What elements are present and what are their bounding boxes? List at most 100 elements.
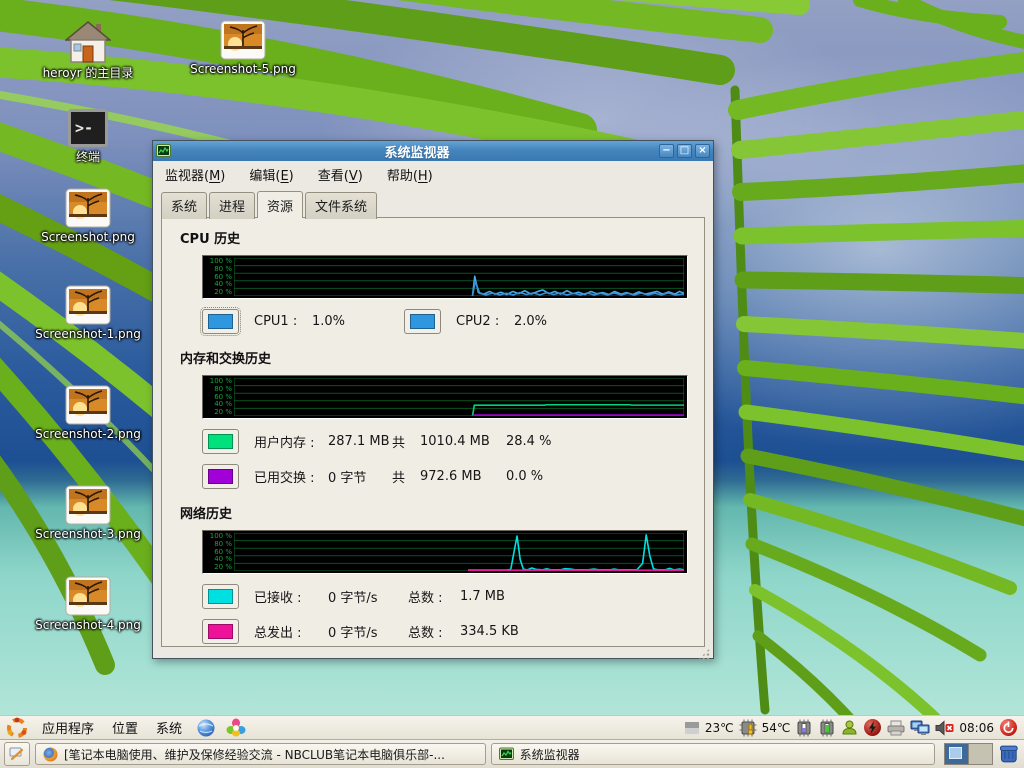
shutdown-icon[interactable]: [999, 718, 1018, 737]
swap-of: 共: [392, 467, 420, 486]
svg-text:>-: >-: [75, 119, 93, 137]
swap-used: 0 字节: [328, 467, 392, 486]
taskbar-button-system-monitor[interactable]: 系统监视器: [491, 743, 936, 765]
swap-percent: 0.0 %: [506, 469, 543, 484]
workspace-switcher: [944, 743, 993, 765]
menu-help[interactable]: 帮助(H): [387, 165, 433, 184]
network-monitor-icon[interactable]: [910, 719, 930, 737]
received-rate: 0 字节/s: [328, 587, 408, 606]
taskbar-button-firefox[interactable]: [笔记本电脑使用、维护及保修经验交流 - NBCLUB笔记本电脑俱乐部-...: [35, 743, 486, 765]
power-manager-icon[interactable]: [863, 718, 882, 737]
cpu-temp-icon[interactable]: [739, 719, 757, 737]
desktop-icon-terminal[interactable]: >- 终端: [28, 108, 148, 164]
maximize-button[interactable]: □: [677, 144, 692, 158]
memory-of: 共: [392, 432, 420, 451]
menu-applications[interactable]: 应用程序: [38, 716, 98, 739]
system-tray: 23℃ 54℃: [684, 718, 1018, 737]
menu-monitor[interactable]: 监视器(M): [165, 165, 225, 184]
volume-muted-icon[interactable]: [935, 720, 954, 736]
temperature-ambient[interactable]: 23℃: [705, 721, 734, 735]
system-monitor-icon: [499, 747, 514, 762]
distro-menu-icon[interactable]: [6, 717, 28, 739]
desktop-icon-screenshot-1[interactable]: Screenshot-1.png: [28, 285, 148, 341]
titlebar[interactable]: 系统监视器 − □ ×: [153, 141, 713, 161]
cpu-history-graph: 100 %80 %60 %40 %20 %: [202, 255, 688, 299]
clock[interactable]: 08:06: [959, 721, 994, 735]
tab-resources[interactable]: 资源: [257, 191, 303, 218]
desktop-icon-screenshot-3[interactable]: Screenshot-3.png: [28, 485, 148, 541]
swap-row: 已用交换 : 0 字节 共 972.6 MB 0.0 %: [202, 464, 690, 489]
cpu-graph-plot: [234, 258, 684, 296]
cpu1-color-button[interactable]: [202, 309, 239, 334]
memory-graph-plot: [234, 378, 684, 416]
image-file-icon: [65, 285, 111, 325]
desktop-icon-home[interactable]: heroyr 的主目录: [28, 20, 148, 80]
desktop-icon-screenshot-5[interactable]: Screenshot-5.png: [183, 20, 303, 76]
resize-grip[interactable]: [697, 648, 710, 661]
tab-bar: 系统 进程 资源 文件系统: [153, 187, 713, 218]
received-color-button[interactable]: [202, 584, 239, 609]
memory-total: 1010.4 MB: [420, 434, 506, 449]
swap-label: 已用交换 :: [254, 467, 328, 486]
sent-total: 334.5 KB: [460, 624, 519, 639]
tab-filesystems[interactable]: 文件系统: [305, 192, 377, 219]
printer-icon[interactable]: [887, 720, 905, 736]
swap-total: 972.6 MB: [420, 469, 506, 484]
sent-total-label: 总数 :: [408, 622, 460, 641]
tab-system[interactable]: 系统: [161, 192, 207, 219]
memory-label: 用户内存 :: [254, 432, 328, 451]
sent-color-button[interactable]: [202, 619, 239, 644]
workspace-2[interactable]: [968, 744, 992, 764]
browser-launcher-icon[interactable]: [196, 718, 216, 738]
menu-edit[interactable]: 编辑(E): [249, 165, 293, 184]
network-history-title: 网络历史: [180, 503, 690, 522]
minimize-button[interactable]: −: [659, 144, 674, 158]
network-graph-plot: [234, 533, 684, 571]
close-button[interactable]: ×: [695, 144, 710, 158]
cpu-graph-ylabels: 100 %80 %60 %40 %20 %: [206, 258, 234, 296]
image-file-icon: [65, 576, 111, 616]
sensor-applet-icon[interactable]: [684, 720, 700, 736]
image-file-icon: [220, 20, 266, 60]
desktop: heroyr 的主目录 Screenshot-5.png >- 终端 Scree…: [0, 0, 1024, 768]
user-switcher-icon[interactable]: [841, 719, 858, 736]
monitor-applet-blue-icon[interactable]: [795, 719, 813, 737]
taskbar-button-label: [笔记本电脑使用、维护及保修经验交流 - NBCLUB笔记本电脑俱乐部-...: [64, 746, 445, 763]
system-monitor-icon: [156, 144, 171, 159]
menu-places[interactable]: 位置: [108, 716, 142, 739]
memory-row: 用户内存 : 287.1 MB 共 1010.4 MB 28.4 %: [202, 429, 690, 454]
memory-color-button[interactable]: [202, 429, 239, 454]
cpu1-label: CPU1 :: [254, 314, 312, 329]
received-total: 1.7 MB: [460, 589, 505, 604]
app-launcher-icon[interactable]: [226, 718, 246, 738]
workspace-1[interactable]: [945, 744, 968, 764]
desktop-icon-label: Screenshot-1.png: [35, 327, 141, 341]
desktop-icon-screenshot-2[interactable]: Screenshot-2.png: [28, 385, 148, 441]
cpu-legend-row: CPU1 : 1.0% CPU2 : 2.0%: [202, 309, 690, 334]
desktop-icon-screenshot-4[interactable]: Screenshot-4.png: [28, 576, 148, 632]
cpu2-color-button[interactable]: [404, 309, 441, 334]
desktop-icon-label: Screenshot-3.png: [35, 527, 141, 541]
tab-processes[interactable]: 进程: [209, 192, 255, 219]
desktop-icon-label: Screenshot-2.png: [35, 427, 141, 441]
desktop-icon-screenshot[interactable]: Screenshot.png: [28, 188, 148, 244]
workspace-window-thumb: [949, 747, 962, 759]
sent-rate: 0 字节/s: [328, 622, 408, 641]
desktop-icon-label: Screenshot-4.png: [35, 618, 141, 632]
image-file-icon: [65, 188, 111, 228]
image-file-icon: [65, 385, 111, 425]
trash-icon[interactable]: [998, 743, 1020, 765]
temperature-cpu[interactable]: 54℃: [762, 721, 791, 735]
received-row: 已接收 : 0 字节/s 总数 : 1.7 MB: [202, 584, 690, 609]
sent-label: 总发出 :: [254, 622, 328, 641]
monitor-applet-green-icon[interactable]: [818, 719, 836, 737]
cpu2-label: CPU2 :: [456, 314, 514, 329]
show-desktop-button[interactable]: [4, 742, 30, 766]
menu-view[interactable]: 查看(V): [318, 165, 363, 184]
window-title: 系统监视器: [175, 142, 659, 161]
desktop-icon-label: Screenshot-5.png: [190, 62, 296, 76]
swap-color-button[interactable]: [202, 464, 239, 489]
menubar: 监视器(M) 编辑(E) 查看(V) 帮助(H): [153, 161, 713, 187]
menu-system[interactable]: 系统: [152, 716, 186, 739]
memory-graph-ylabels: 100 %80 %60 %40 %20 %: [206, 378, 234, 416]
